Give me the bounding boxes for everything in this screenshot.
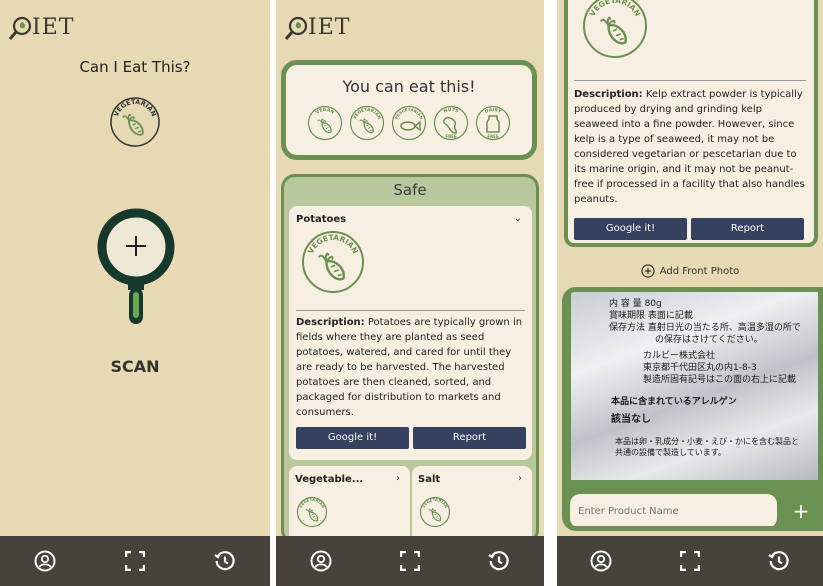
page-title: Can I Eat This? — [79, 58, 191, 76]
badge-label: VEGETARIAN — [112, 98, 158, 118]
report-button[interactable]: Report — [413, 427, 526, 449]
vegetarian-badge-icon: VEGETARIAN — [302, 231, 364, 293]
product-label-photo: 内 容 量 80g 賞味期限 表面に記載 保存方法 直射日光の当たる所、高温多湿… — [571, 292, 818, 480]
app-logo: IET — [284, 12, 350, 42]
app-logo: IET — [8, 12, 74, 42]
verdict-card: You can eat this! VEGAN VEGETARIAN PESCE… — [281, 60, 537, 160]
vegetarian-badge-icon: VEGETARIAN — [419, 497, 451, 528]
verdict-title: You can eat this! — [342, 77, 476, 96]
ingredient-card-vegetable[interactable]: Vegetable... › VEGETARIAN — [289, 466, 410, 541]
scan-button[interactable] — [96, 208, 176, 326]
report-button[interactable]: Report — [691, 218, 804, 240]
bottom-nav — [276, 536, 544, 586]
vegetarian-badge-icon: VEGETARIAN — [110, 97, 160, 147]
vegetarian-badge-icon: VEGETARIAN — [583, 0, 647, 58]
plus-circle-icon — [641, 264, 655, 278]
bottom-nav — [0, 536, 270, 586]
ingredient-description: Description: Kelp extract powder is typi… — [574, 89, 805, 205]
svg-text:PESCETARIAN: PESCETARIAN — [394, 107, 425, 120]
home-screen: IET Can I Eat This? VEGETARIAN SCAN — [0, 0, 270, 586]
ingredient-description: Description: Potatoes are typically grow… — [296, 317, 523, 418]
history-icon[interactable] — [766, 548, 792, 574]
scan-frame-icon[interactable] — [677, 548, 703, 574]
scan-frame-icon[interactable] — [397, 548, 423, 574]
scan-label[interactable]: SCAN — [0, 357, 270, 376]
add-front-photo-label: Add Front Photo — [659, 265, 740, 277]
logo-text: IET — [308, 14, 351, 40]
add-front-photo-button[interactable]: Add Front Photo — [557, 264, 823, 278]
history-icon[interactable] — [212, 548, 238, 574]
ingredient-name: Potatoes — [296, 214, 347, 225]
google-it-button[interactable]: Google it! — [574, 218, 687, 240]
bottom-nav — [557, 536, 823, 586]
add-product-button[interactable]: + — [786, 496, 816, 526]
chevron-down-icon[interactable]: ⌄ — [514, 213, 522, 224]
safe-ingredients-panel: Safe Potatoes ⌄ VEGETARIAN Description: … — [281, 174, 539, 544]
diet-badges: VEGAN VEGETARIAN PESCETARIAN NUTS FREE D… — [286, 105, 532, 141]
product-photo-panel: 内 容 量 80g 賞味期限 表面に記載 保存方法 直射日光の当たる所、高温多湿… — [562, 287, 823, 531]
ingredient-card-salt[interactable]: Salt › VEGETARIAN — [412, 466, 532, 541]
svg-text:VEGETARIAN: VEGETARIAN — [298, 497, 326, 509]
vegetarian-badge-icon: VEGETARIAN — [349, 105, 385, 141]
magnifier-leaf-logo-icon — [8, 16, 32, 40]
history-icon[interactable] — [486, 548, 512, 574]
vegetarian-badge-icon: VEGETARIAN — [296, 497, 328, 528]
product-name-input[interactable] — [570, 494, 777, 526]
vegan-badge-icon: VEGAN — [307, 105, 343, 141]
google-it-button[interactable]: Google it! — [296, 427, 409, 449]
svg-text:FREE: FREE — [487, 134, 499, 139]
nuts-free-badge-icon: NUTS FREE — [433, 105, 469, 141]
account-icon[interactable] — [588, 548, 614, 574]
chevron-right-icon[interactable]: › — [396, 473, 400, 484]
account-icon[interactable] — [32, 548, 58, 574]
magnifier-leaf-logo-icon — [284, 16, 308, 40]
ingredient-card-kelp: VEGETARIAN Description: Kelp extract pow… — [564, 0, 818, 247]
svg-text:VEGETARIAN: VEGETARIAN — [306, 233, 360, 255]
ingredient-card-potatoes: Potatoes ⌄ VEGETARIAN Description: Potat… — [289, 206, 532, 460]
safe-title: Safe — [393, 181, 427, 199]
svg-text:FREE: FREE — [445, 134, 457, 139]
results-screen: IET You can eat this! VEGAN VEGETARIAN P… — [276, 0, 544, 586]
ingredient-name: Vegetable... — [295, 474, 364, 485]
dairy-free-badge-icon: DAIRY FREE — [475, 105, 511, 141]
ingredient-detail-screen: VEGETARIAN Description: Kelp extract pow… — [557, 0, 823, 586]
svg-text:VEGETARIAN: VEGETARIAN — [112, 98, 158, 118]
svg-text:VEGETARIAN: VEGETARIAN — [421, 497, 449, 509]
logo-text: IET — [32, 14, 75, 40]
account-icon[interactable] — [308, 548, 334, 574]
ingredient-name: Salt — [418, 474, 441, 485]
scan-frame-icon[interactable] — [122, 548, 148, 574]
svg-text:VEGETARIAN: VEGETARIAN — [352, 107, 383, 121]
chevron-right-icon[interactable]: › — [518, 473, 522, 484]
pescetarian-badge-icon: PESCETARIAN — [391, 105, 427, 141]
